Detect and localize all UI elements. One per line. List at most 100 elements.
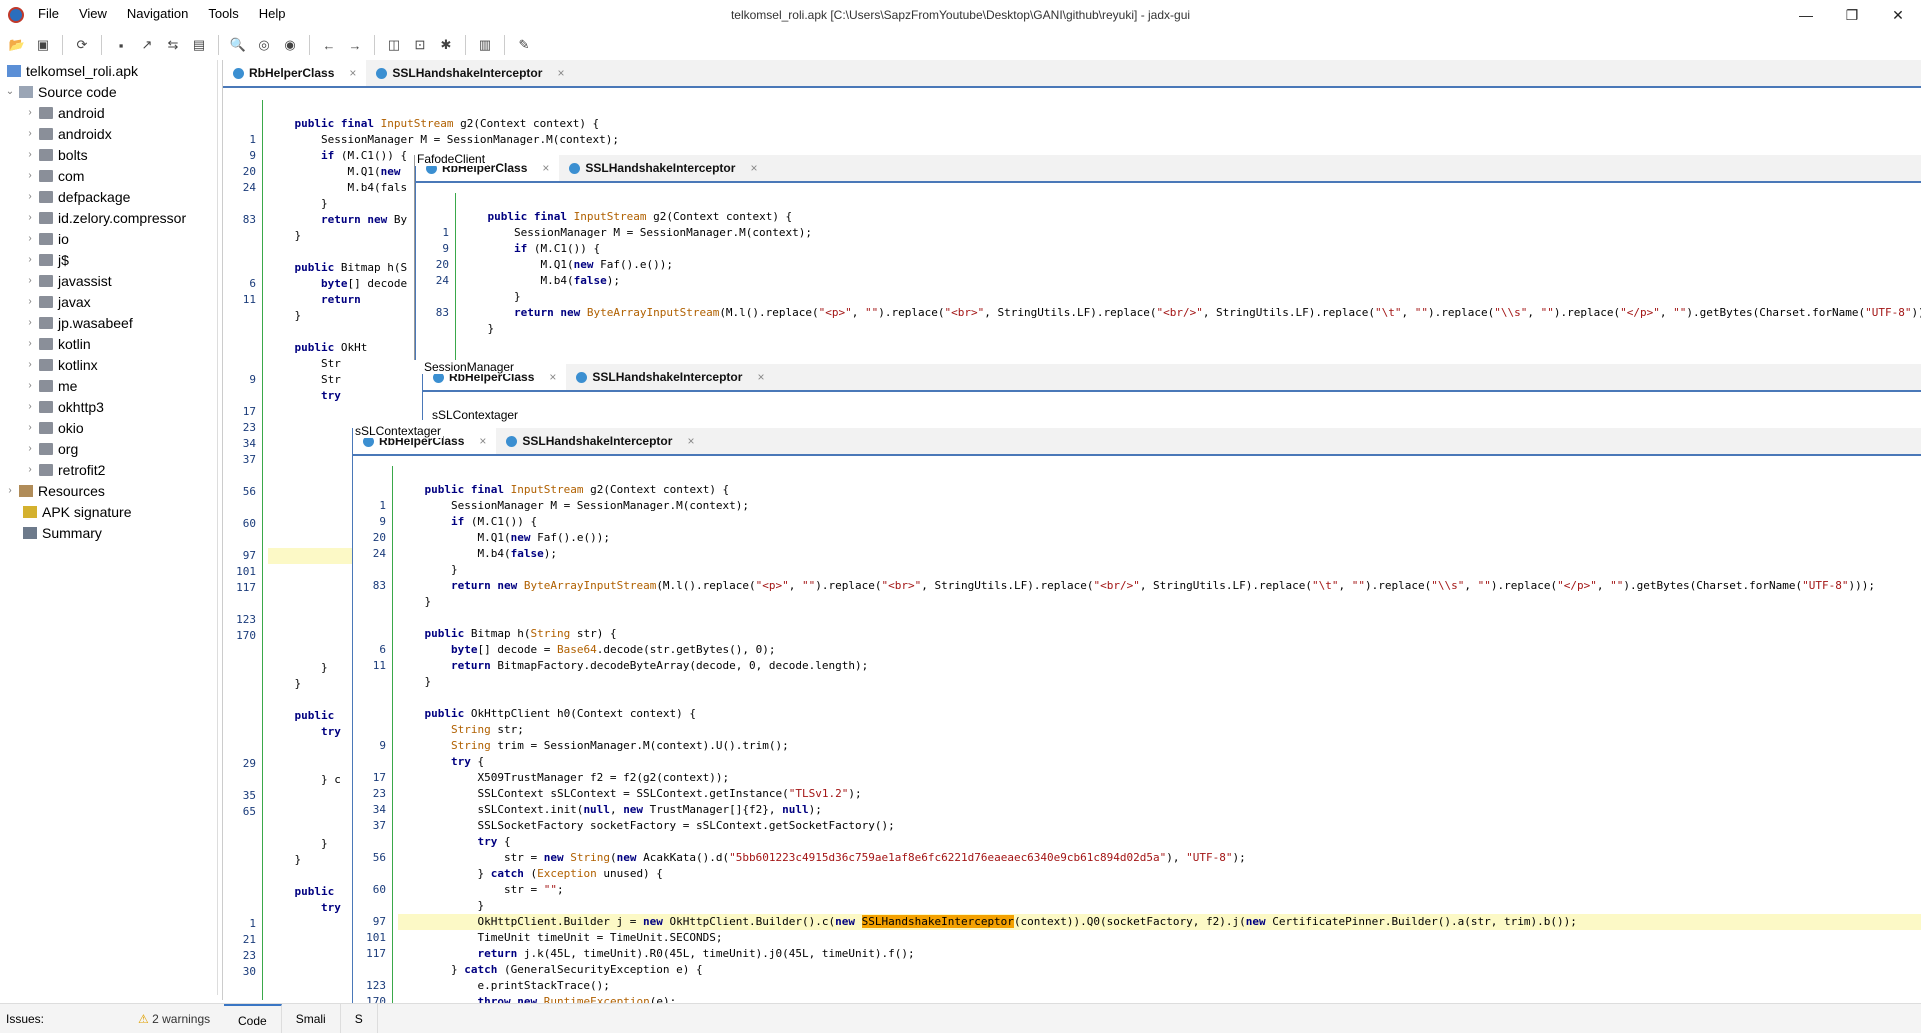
- tab-rbhelperclass[interactable]: RbHelperClass ×: [223, 60, 367, 86]
- chevron-right-icon[interactable]: ›: [4, 485, 16, 496]
- issues-label: Issues:: [6, 1012, 45, 1026]
- forward-arrow-icon[interactable]: →: [344, 34, 366, 56]
- search-icon[interactable]: 🔍: [227, 34, 249, 56]
- save-icon[interactable]: ▪: [110, 34, 132, 56]
- usage-search-icon[interactable]: ◉: [279, 34, 301, 56]
- line-number: [223, 708, 262, 724]
- chevron-right-icon[interactable]: ›: [24, 128, 36, 139]
- menu-help[interactable]: Help: [259, 6, 286, 21]
- tree-package-android[interactable]: › android: [0, 102, 217, 123]
- menu-navigation[interactable]: Navigation: [127, 6, 188, 21]
- tree-package-bolts[interactable]: › bolts: [0, 144, 217, 165]
- chevron-right-icon[interactable]: ›: [24, 275, 36, 286]
- tree-package-okhttp3[interactable]: › okhttp3: [0, 396, 217, 417]
- tree-package-j-[interactable]: › j$: [0, 249, 217, 270]
- code-area[interactable]: public final InputStream g2(Context cont…: [398, 466, 1921, 1033]
- deobfuscation-icon[interactable]: ◫: [383, 34, 405, 56]
- back-arrow-icon[interactable]: ←: [318, 34, 340, 56]
- tab-sslhandshakeinterceptor[interactable]: SSLHandshakeInterceptor ×: [566, 364, 774, 390]
- line-number: [223, 884, 262, 900]
- tree-package-androidx[interactable]: › androidx: [0, 123, 217, 144]
- minimize-button[interactable]: —: [1783, 0, 1829, 30]
- tab-close-icon[interactable]: ×: [542, 161, 549, 175]
- chevron-right-icon[interactable]: ›: [24, 107, 36, 118]
- chevron-right-icon[interactable]: ›: [24, 149, 36, 160]
- chevron-right-icon[interactable]: ›: [24, 212, 36, 223]
- line-number: [353, 610, 392, 626]
- chevron-right-icon[interactable]: ›: [24, 296, 36, 307]
- tab-sslhandshakeinterceptor[interactable]: SSLHandshakeInterceptor ×: [559, 155, 767, 181]
- chevron-right-icon[interactable]: ›: [24, 464, 36, 475]
- tree-package-me[interactable]: › me: [0, 375, 217, 396]
- chevron-right-icon[interactable]: ›: [24, 317, 36, 328]
- tab-sslhandshakeinterceptor[interactable]: SSLHandshakeInterceptor ×: [366, 60, 574, 86]
- add-files-icon[interactable]: ▣: [32, 34, 54, 56]
- chevron-down-icon[interactable]: ⌄: [4, 86, 16, 97]
- tree-package-label: com: [58, 167, 85, 184]
- tree-package-defpackage[interactable]: › defpackage: [0, 186, 217, 207]
- tab-code[interactable]: Code: [224, 1004, 282, 1033]
- preferences-wrench-icon[interactable]: ✎: [513, 34, 535, 56]
- line-number: [353, 594, 392, 610]
- code-area[interactable]: public final InputStream g2(Context cont…: [461, 193, 1921, 360]
- tree-package-jp-wasabeef[interactable]: › jp.wasabeef: [0, 312, 217, 333]
- tab-close-icon[interactable]: ×: [750, 161, 757, 175]
- tree-package-com[interactable]: › com: [0, 165, 217, 186]
- chevron-right-icon[interactable]: ›: [24, 380, 36, 391]
- chevron-right-icon[interactable]: ›: [24, 254, 36, 265]
- tree-source-code[interactable]: ⌄ Source code: [0, 81, 217, 102]
- chevron-right-icon[interactable]: ›: [24, 443, 36, 454]
- sync-tree-icon[interactable]: ⇆: [162, 34, 184, 56]
- tree-root[interactable]: telkomsel_roli.apk: [0, 60, 217, 81]
- tree-package-okio[interactable]: › okio: [0, 417, 217, 438]
- tree-resources[interactable]: › Resources: [0, 480, 217, 501]
- close-button[interactable]: ✕: [1875, 0, 1921, 30]
- tab-close-icon[interactable]: ×: [549, 370, 556, 384]
- open-file-icon[interactable]: 📂: [6, 34, 28, 56]
- export-icon[interactable]: ↗: [136, 34, 158, 56]
- tree-apk-signature[interactable]: APK signature: [0, 501, 217, 522]
- tab-close-icon[interactable]: ×: [557, 66, 564, 80]
- log-viewer-icon[interactable]: ⊡: [409, 34, 431, 56]
- warnings-count: 2 warnings: [152, 1012, 211, 1026]
- tab-close-icon[interactable]: ×: [479, 434, 486, 448]
- line-number: 1: [249, 917, 256, 930]
- tab-smali[interactable]: Smali: [282, 1004, 341, 1033]
- chevron-right-icon[interactable]: ›: [24, 233, 36, 244]
- menu-view[interactable]: View: [79, 6, 107, 21]
- flatten-packages-icon[interactable]: ▤: [188, 34, 210, 56]
- code-line: TimeUnit timeUnit = TimeUnit.SECONDS;: [398, 931, 723, 944]
- line-number: [223, 740, 262, 756]
- log-icon[interactable]: ▥: [474, 34, 496, 56]
- tab-split[interactable]: S: [341, 1004, 378, 1033]
- tree-package-retrofit2[interactable]: › retrofit2: [0, 459, 217, 480]
- tab-close-icon[interactable]: ×: [757, 370, 764, 384]
- chevron-right-icon[interactable]: ›: [24, 401, 36, 412]
- chevron-right-icon[interactable]: ›: [24, 359, 36, 370]
- tree-summary[interactable]: Summary: [0, 522, 217, 543]
- chevron-right-icon[interactable]: ›: [24, 191, 36, 202]
- tree-package-javassist[interactable]: › javassist: [0, 270, 217, 291]
- toolbar-separator: [101, 35, 102, 55]
- tab-sslhandshakeinterceptor[interactable]: SSLHandshakeInterceptor ×: [496, 428, 704, 454]
- menu-file[interactable]: File: [38, 6, 59, 21]
- reload-icon[interactable]: ⟳: [71, 34, 93, 56]
- tree-package-org[interactable]: › org: [0, 438, 217, 459]
- menu-tools[interactable]: Tools: [208, 6, 238, 21]
- tree-package-io[interactable]: › io: [0, 228, 217, 249]
- chevron-right-icon[interactable]: ›: [24, 422, 36, 433]
- tab-close-icon[interactable]: ×: [349, 66, 356, 80]
- code-line: public OkHttpClient h0(Context context) …: [424, 707, 697, 720]
- line-number: 9: [442, 242, 449, 255]
- chevron-right-icon[interactable]: ›: [24, 338, 36, 349]
- tree-package-kotlinx[interactable]: › kotlinx: [0, 354, 217, 375]
- tree-package-id-zelory-compressor[interactable]: › id.zelory.compressor: [0, 207, 217, 228]
- maximize-button[interactable]: ❐: [1829, 0, 1875, 30]
- warnings-indicator[interactable]: ⚠ 2 warnings: [138, 1012, 210, 1026]
- tab-close-icon[interactable]: ×: [687, 434, 694, 448]
- tree-package-javax[interactable]: › javax: [0, 291, 217, 312]
- debugger-bug-icon[interactable]: ✱: [435, 34, 457, 56]
- chevron-right-icon[interactable]: ›: [24, 170, 36, 181]
- tree-package-kotlin[interactable]: › kotlin: [0, 333, 217, 354]
- class-search-icon[interactable]: ◎: [253, 34, 275, 56]
